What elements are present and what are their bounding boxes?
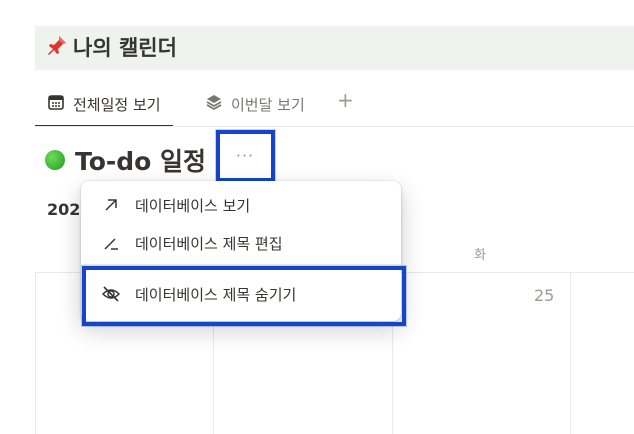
- calendar-grid-line: [570, 272, 571, 434]
- tab-all-schedule[interactable]: 전체일정 보기: [35, 82, 173, 127]
- tab-this-month-label: 이번달 보기: [231, 95, 305, 114]
- database-title[interactable]: To-do 일정: [45, 142, 206, 178]
- calendar-icon: [47, 93, 65, 115]
- menu-divider: [81, 264, 401, 265]
- calendar-day-number: 25: [534, 286, 555, 305]
- layers-icon: [205, 93, 223, 115]
- page-title-text: 나의 캘린더: [73, 36, 177, 60]
- add-view-button[interactable]: +: [337, 82, 354, 118]
- view-tabs: 전체일정 보기 이번달 보기 +: [35, 82, 634, 127]
- calendar-grid-line: [35, 272, 36, 434]
- menu-item-view-database[interactable]: 데이터베이스 보기: [81, 186, 401, 224]
- menu-item-edit-title[interactable]: 데이터베이스 제목 편집: [81, 224, 401, 262]
- pushpin-icon: [45, 33, 69, 62]
- tab-this-month[interactable]: 이번달 보기: [205, 82, 305, 126]
- edit-pen-icon: [101, 233, 121, 253]
- month-year-label: 202: [47, 200, 81, 219]
- highlight-more-button: [216, 130, 275, 182]
- database-title-text: To-do 일정: [75, 147, 207, 176]
- arrow-up-right-icon: [101, 195, 121, 215]
- tabs-divider: [35, 126, 634, 127]
- weekday-header-tue: 화: [474, 248, 486, 263]
- menu-item-label: 데이터베이스 보기: [135, 196, 251, 215]
- page-title: 나의 캘린더: [45, 32, 177, 62]
- highlight-hide-title-item: [82, 266, 406, 326]
- green-circle-icon: [45, 150, 65, 170]
- tab-all-schedule-label: 전체일정 보기: [73, 95, 161, 114]
- menu-item-label: 데이터베이스 제목 편집: [135, 234, 283, 253]
